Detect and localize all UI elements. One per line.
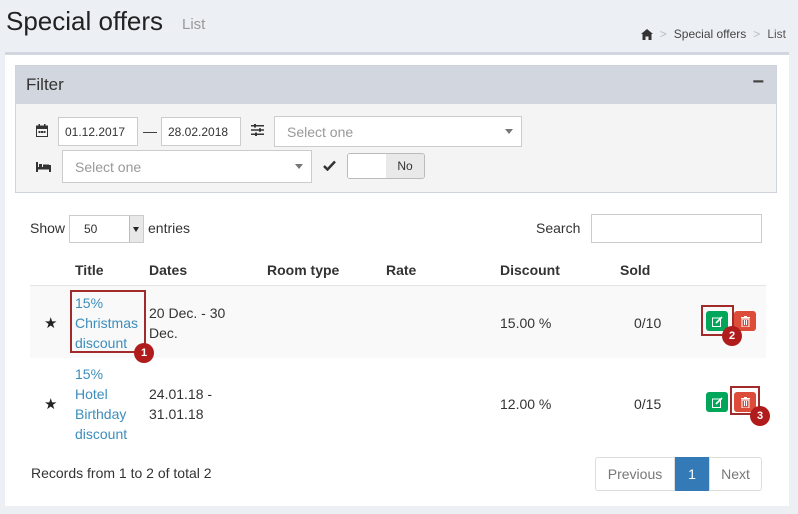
edit-button[interactable] xyxy=(706,392,728,412)
page-title: Special offers xyxy=(6,6,164,36)
room-select-placeholder: Select one xyxy=(75,158,142,175)
show-label: Show xyxy=(30,220,66,236)
check-icon xyxy=(323,159,336,174)
pagination-previous[interactable]: Previous xyxy=(595,457,675,491)
breadcrumb-separator: > xyxy=(659,27,667,41)
rate-select[interactable]: Select one xyxy=(274,116,522,147)
spinner-icon[interactable] xyxy=(129,216,143,242)
column-rate[interactable]: Rate xyxy=(386,262,416,278)
search-input[interactable] xyxy=(591,214,762,243)
star-icon[interactable]: ★ xyxy=(44,314,57,332)
breadcrumb-item-special-offers[interactable]: Special offers xyxy=(674,27,747,41)
annotation-badge-3: 3 xyxy=(750,406,770,426)
entries-select[interactable]: 50 xyxy=(69,215,144,243)
chevron-down-icon xyxy=(295,163,303,169)
annotation-badge-2: 2 xyxy=(722,326,742,346)
bed-icon xyxy=(36,160,51,175)
records-info: Records from 1 to 2 of total 2 xyxy=(31,465,212,481)
column-dates[interactable]: Dates xyxy=(149,262,187,278)
page-subtitle: List xyxy=(182,16,206,33)
rate-select-placeholder: Select one xyxy=(287,123,354,140)
room-type-select[interactable]: Select one xyxy=(62,150,312,183)
entries-value: 50 xyxy=(84,222,98,236)
active-toggle[interactable]: No xyxy=(347,153,425,179)
home-icon[interactable] xyxy=(640,28,653,40)
calendar-icon xyxy=(36,124,48,140)
star-icon[interactable]: ★ xyxy=(44,395,57,413)
edit-icon xyxy=(711,396,723,408)
column-title[interactable]: Title xyxy=(75,262,104,278)
breadcrumb-separator: > xyxy=(753,27,761,41)
offer-dates: 20 Dec. - 30 Dec. xyxy=(149,305,226,341)
collapse-icon[interactable]: − xyxy=(752,71,764,94)
breadcrumb: > Special offers > List xyxy=(640,27,786,41)
date-range-separator: — xyxy=(143,123,157,139)
pagination-page-1[interactable]: 1 xyxy=(675,457,709,491)
search-label: Search xyxy=(536,220,581,236)
annotation-badge-1: 1 xyxy=(134,343,154,363)
chevron-down-icon xyxy=(505,128,513,134)
offer-discount: 12.00 % xyxy=(500,396,552,412)
date-from-input[interactable]: 01.12.2017 xyxy=(58,117,138,146)
date-to-input[interactable]: 28.02.2018 xyxy=(161,117,241,146)
offer-sold: 0/10 xyxy=(634,315,662,331)
trash-icon xyxy=(740,315,750,327)
offer-dates: 24.01.18 - 31.01.18 xyxy=(149,386,213,422)
filter-header[interactable]: Filter − xyxy=(16,66,776,104)
pagination-next[interactable]: Next xyxy=(709,457,762,491)
filter-title: Filter xyxy=(26,75,64,94)
column-room-type[interactable]: Room type xyxy=(267,262,339,278)
offer-title-link[interactable]: 15% Hotel Birthday discount xyxy=(75,364,127,444)
column-discount[interactable]: Discount xyxy=(500,262,560,278)
breadcrumb-item-list: List xyxy=(767,27,786,41)
toggle-knob xyxy=(348,154,387,178)
offer-sold: 0/15 xyxy=(634,396,662,412)
sliders-icon xyxy=(251,124,264,139)
annotation-highlight-1 xyxy=(70,290,146,353)
offer-discount: 15.00 % xyxy=(500,315,552,331)
column-sold[interactable]: Sold xyxy=(620,262,650,278)
entries-label: entries xyxy=(148,220,191,236)
toggle-label: No xyxy=(386,154,424,178)
